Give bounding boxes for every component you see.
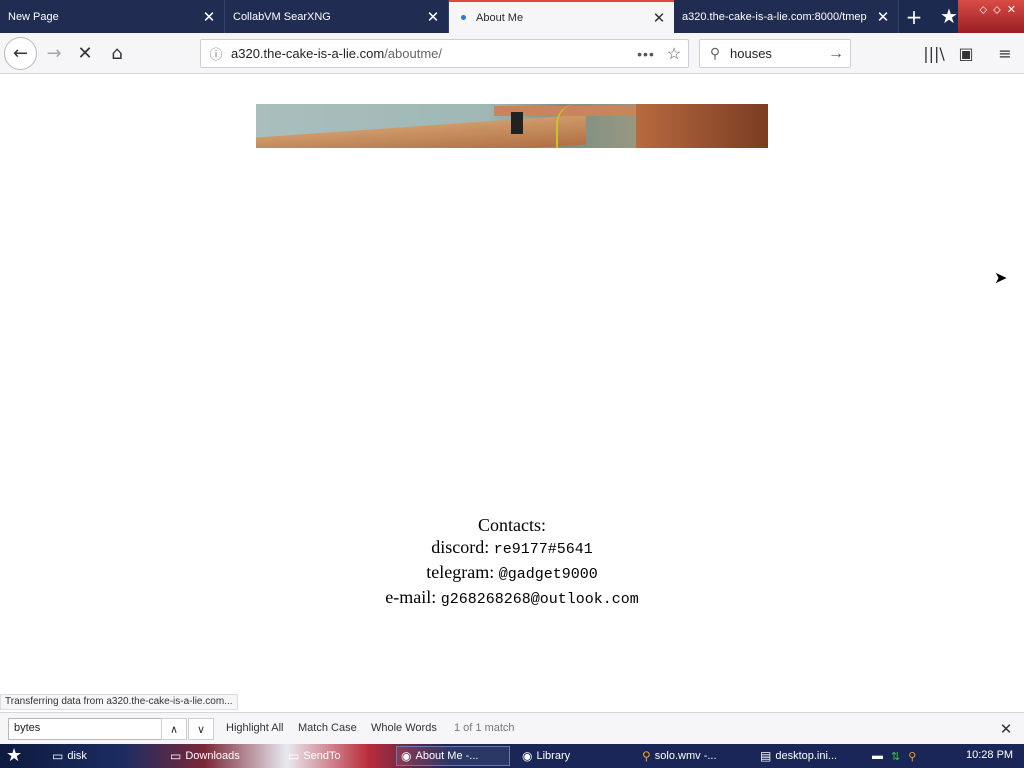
status-panel: Transferring data from a320.the-cake-is-… — [0, 694, 238, 710]
maximize-icon[interactable]: ⬦ — [993, 3, 1001, 17]
search-bar[interactable]: ⚲ houses → — [699, 39, 851, 68]
page-actions-icon[interactable]: ••• — [632, 46, 660, 62]
system-tray: ▬ ⇅ ⚲ — [872, 746, 916, 766]
find-next-button[interactable]: ∨ — [188, 718, 214, 740]
browser-icon: ◉ — [401, 749, 412, 763]
taskbar-item-label: About Me -... — [415, 750, 479, 762]
search-icon[interactable]: ⚲ — [908, 750, 916, 763]
url-bar[interactable]: ⓘ a320.the-cake-is-a-lie.com/aboutme/ ••… — [200, 39, 689, 68]
taskbar-item-label: disk — [67, 750, 87, 762]
home-button[interactable]: ⌂ — [101, 37, 133, 69]
minimize-icon[interactable]: ⬦ — [979, 3, 987, 17]
taskbar: ★ ▭ disk ▭ Downloads ▭ SendTo ◉ About Me… — [0, 744, 1024, 768]
folder-icon: ▭ — [170, 749, 182, 763]
folder-icon: ▭ — [288, 749, 300, 763]
header-photo — [256, 104, 768, 148]
browser-icon: ◉ — [522, 749, 533, 763]
clock[interactable]: 10:28 PM — [966, 749, 1013, 761]
find-previous-button[interactable]: ∧ — [161, 718, 187, 740]
bookmark-star-icon[interactable]: ☆ — [660, 44, 688, 64]
tab-label: About Me — [476, 11, 524, 24]
find-bar: bytes ∧ ∨ Highlight All Match Case Whole… — [0, 712, 1024, 744]
network-icon[interactable]: ⇅ — [891, 750, 900, 763]
find-input[interactable]: bytes — [8, 718, 162, 740]
taskbar-item-sendto[interactable]: ▭ SendTo — [284, 746, 390, 766]
find-status: 1 of 1 match — [454, 722, 515, 734]
page-content: Contacts: discord: re9177#5641 telegram:… — [0, 74, 1024, 710]
tab-tmep[interactable]: a320.the-cake-is-a-lie.com:8000/tmep ✕ — [674, 0, 899, 33]
email-line: e-mail: g268268268@outlook.com — [0, 586, 1024, 611]
discord-value: re9177#5641 — [493, 541, 593, 558]
search-go-icon[interactable]: → — [822, 45, 850, 63]
url-path: /aboutme/ — [384, 46, 443, 61]
info-icon[interactable]: ⓘ — [201, 44, 231, 63]
tab-new-page[interactable]: New Page ✕ — [0, 0, 225, 33]
taskbar-item-label: SendTo — [303, 750, 341, 762]
highlight-all-checkbox[interactable]: Highlight All — [226, 722, 283, 734]
taskbar-item-disk[interactable]: ▭ disk — [48, 746, 160, 766]
keyboard-icon[interactable]: ▬ — [872, 750, 883, 762]
url-host: a320.the-cake-is-a-lie.com — [231, 46, 385, 61]
contacts-section: Contacts: discord: re9177#5641 telegram:… — [0, 514, 1024, 611]
taskbar-item-library[interactable]: ◉ Library — [518, 746, 630, 766]
discord-label: discord: — [431, 537, 490, 557]
navigation-toolbar: ← → ✕ ⌂ ⓘ a320.the-cake-is-a-lie.com/abo… — [0, 33, 1024, 74]
sidebar-button[interactable]: ▣ — [950, 37, 982, 69]
telegram-label: telegram: — [426, 562, 495, 582]
search-input[interactable]: houses — [730, 46, 822, 61]
library-button[interactable]: |||\ — [918, 37, 950, 69]
menu-button[interactable]: ≡ — [989, 37, 1021, 69]
telegram-value: @gadget9000 — [498, 566, 598, 583]
document-icon: ▤ — [760, 749, 772, 763]
tab-label: a320.the-cake-is-a-lie.com:8000/tmep — [682, 10, 867, 23]
back-button[interactable]: ← — [4, 37, 37, 70]
taskbar-item-about-me[interactable]: ◉ About Me -... — [396, 746, 510, 766]
start-button[interactable]: ★ — [6, 745, 22, 766]
tab-label: CollabVM SearXNG — [233, 10, 331, 23]
match-case-checkbox[interactable]: Match Case — [298, 722, 357, 734]
forward-button[interactable]: → — [38, 37, 70, 69]
new-tab-button[interactable]: + — [900, 0, 928, 33]
close-find-bar-button[interactable]: ✕ — [996, 719, 1016, 739]
email-value: g268268268@outlook.com — [440, 591, 639, 608]
taskbar-item-label: desktop.ini... — [775, 750, 838, 762]
taskbar-item-label: Library — [536, 750, 571, 762]
email-label: e-mail: — [385, 587, 437, 607]
close-window-icon[interactable]: ✕ — [1007, 3, 1016, 16]
star-icon: ★ — [940, 4, 958, 28]
taskbar-item-label: solo.wmv -... — [654, 750, 717, 762]
taskbar-item-desktop-ini[interactable]: ▤ desktop.ini... — [756, 746, 868, 766]
taskbar-item-downloads[interactable]: ▭ Downloads — [166, 746, 276, 766]
tab-label: New Page — [8, 10, 59, 23]
window-controls: ⬦ ⬦ ✕ — [958, 0, 1024, 33]
search-icon: ⚲ — [642, 749, 651, 763]
whole-words-checkbox[interactable]: Whole Words — [371, 722, 437, 734]
close-icon[interactable]: ✕ — [198, 6, 220, 28]
telegram-line: telegram: @gadget9000 — [0, 561, 1024, 586]
close-icon[interactable]: ✕ — [872, 6, 894, 28]
tab-collabvm-searxng[interactable]: CollabVM SearXNG ✕ — [225, 0, 449, 33]
close-icon[interactable]: ✕ — [648, 7, 670, 29]
tab-about-me[interactable]: About Me ✕ — [449, 0, 674, 33]
close-icon[interactable]: ✕ — [422, 6, 444, 28]
mouse-cursor-icon: ➤ — [994, 268, 1008, 287]
stop-button[interactable]: ✕ — [69, 37, 101, 69]
taskbar-item-label: Downloads — [185, 750, 240, 762]
url-text[interactable]: a320.the-cake-is-a-lie.com/aboutme/ — [231, 46, 632, 61]
folder-icon: ▭ — [52, 749, 64, 763]
tab-strip: New Page ✕ CollabVM SearXNG ✕ About Me ✕… — [0, 0, 1024, 33]
search-icon: ⚲ — [709, 45, 721, 61]
loading-dot-icon — [461, 15, 466, 20]
taskbar-item-solo-wmv[interactable]: ⚲ solo.wmv -... — [638, 746, 750, 766]
discord-line: discord: re9177#5641 — [0, 536, 1024, 561]
contacts-heading: Contacts: — [478, 515, 546, 535]
